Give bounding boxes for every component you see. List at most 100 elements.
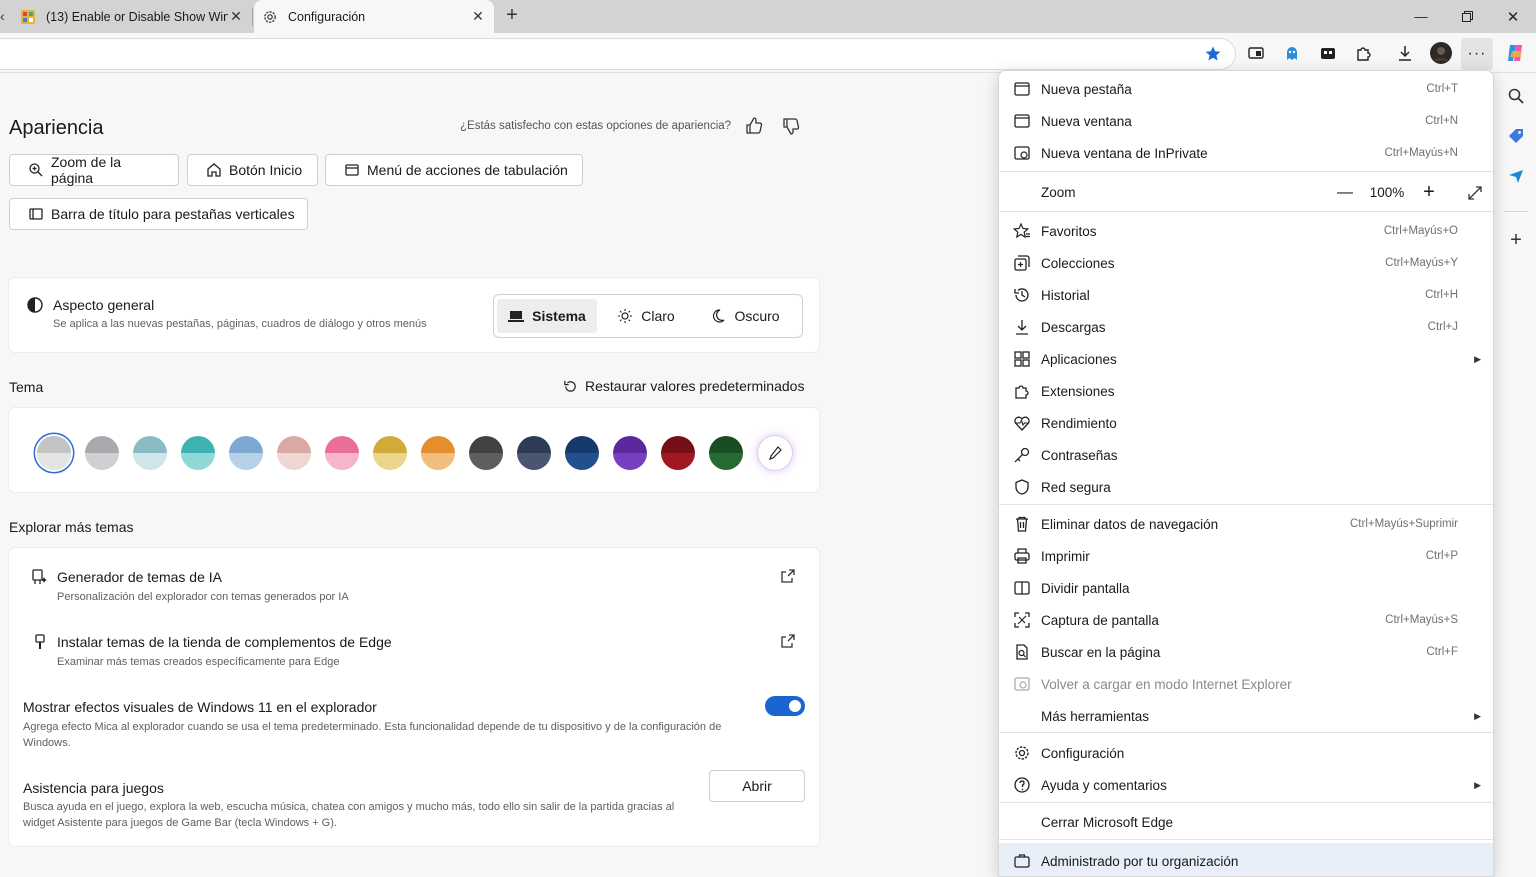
theme-swatch[interactable] xyxy=(325,436,359,470)
zoom-in-plus-icon[interactable]: + xyxy=(1419,181,1439,204)
menu-item-label: Colecciones xyxy=(1041,255,1115,271)
fullscreen-icon[interactable] xyxy=(1439,185,1483,201)
chip-home-button[interactable]: Botón Inicio xyxy=(187,154,318,186)
menu-item-label: Aplicaciones xyxy=(1041,351,1117,367)
menu-item-shortcut: Ctrl+N xyxy=(1425,115,1458,127)
menu-item-nueva-ventana[interactable]: Nueva ventana Ctrl+N xyxy=(999,105,1493,137)
menu-item-cerrar-edge[interactable]: Cerrar Microsoft Edge xyxy=(999,806,1493,838)
close-tab-icon[interactable]: ✕ xyxy=(228,8,244,25)
option-system[interactable]: Sistema xyxy=(497,299,597,333)
zoom-out-minus-icon[interactable]: — xyxy=(1335,184,1355,202)
menu-item-dividir-pantalla[interactable]: Dividir pantalla xyxy=(999,572,1493,604)
downloads-icon[interactable] xyxy=(1394,42,1416,64)
menu-item-extensiones[interactable]: Extensiones xyxy=(999,375,1493,407)
menu-item-historial[interactable]: Historial Ctrl+H xyxy=(999,279,1493,311)
theme-swatch[interactable] xyxy=(469,436,503,470)
split-screen-icon xyxy=(1013,579,1031,597)
favorite-star-icon[interactable] xyxy=(1202,43,1224,65)
menu-item-favoritos[interactable]: Favoritos Ctrl+Mayús+O xyxy=(999,215,1493,247)
gaming-assist-title: Asistencia para juegos xyxy=(23,780,164,796)
open-gaming-assist-button[interactable]: Abrir xyxy=(709,770,805,802)
theme-swatch[interactable] xyxy=(613,436,647,470)
tab-title: Configuración xyxy=(288,9,366,24)
address-bar[interactable] xyxy=(0,38,1236,70)
theme-swatch[interactable] xyxy=(421,436,455,470)
menu-item-descargas[interactable]: Descargas Ctrl+J xyxy=(999,311,1493,343)
chip-tab-actions-menu[interactable]: Menú de acciones de tabulación xyxy=(325,154,583,186)
menu-item-nueva-pestana[interactable]: Nueva pestaña Ctrl+T xyxy=(999,73,1493,105)
menu-item-red-segura[interactable]: Red segura xyxy=(999,471,1493,503)
menu-item-rendimiento[interactable]: Rendimiento xyxy=(999,407,1493,439)
split-screen-icon[interactable] xyxy=(1245,42,1267,64)
copilot-icon[interactable] xyxy=(1504,41,1528,65)
extensions-puzzle-icon[interactable] xyxy=(1353,42,1375,64)
settings-and-more-menu: Nueva pestaña Ctrl+T Nueva ventana Ctrl+N Nu… xyxy=(998,70,1494,877)
game-extension-icon[interactable] xyxy=(1317,42,1339,64)
ai-theme-subtitle: Personalización del explorador con temas… xyxy=(57,591,349,603)
win11-effects-toggle[interactable] xyxy=(765,696,805,716)
menu-item-shortcut: Ctrl+Mayús+O xyxy=(1383,225,1458,237)
add-sidebar-app-plus-icon[interactable]: + xyxy=(1505,229,1527,251)
menu-item-label: Descargas xyxy=(1041,319,1106,335)
theme-swatch[interactable] xyxy=(709,436,743,470)
toolbar: ··· xyxy=(0,33,1536,73)
custom-color-picker-icon[interactable] xyxy=(758,436,792,470)
ai-theme-title[interactable]: Generador de temas de IA xyxy=(57,569,222,585)
close-window-icon[interactable]: ✕ xyxy=(1490,0,1536,33)
send-plane-icon[interactable] xyxy=(1505,165,1527,187)
menu-item-shortcut: Ctrl+Mayús+Y xyxy=(1385,257,1458,269)
open-external-icon[interactable] xyxy=(780,633,796,649)
restore-defaults-button[interactable]: Restaurar valores predeterminados xyxy=(563,378,804,394)
theme-swatch[interactable] xyxy=(37,436,71,470)
open-external-icon[interactable] xyxy=(780,568,796,584)
tab-scroll-left-icon[interactable]: ‹ xyxy=(0,8,10,24)
menu-item-nueva-ventana-inprivate[interactable]: Nueva ventana de InPrivate Ctrl+Mayús+N xyxy=(999,137,1493,169)
menu-item-contrasenas[interactable]: Contraseñas xyxy=(999,439,1493,471)
menu-item-imprimir[interactable]: Imprimir Ctrl+P xyxy=(999,540,1493,572)
theme-swatch[interactable] xyxy=(565,436,599,470)
performance-icon xyxy=(1013,414,1031,432)
tab-title: (13) Enable or Disable Show Window xyxy=(46,9,228,24)
thumbs-up-icon[interactable] xyxy=(744,116,766,138)
moon-icon xyxy=(713,309,725,323)
thumbs-down-icon[interactable] xyxy=(781,116,803,138)
maximize-icon[interactable] xyxy=(1444,0,1490,33)
tab-enable-disable[interactable]: (13) Enable or Disable Show Window ✕ xyxy=(12,0,252,33)
close-tab-icon[interactable]: ✕ xyxy=(470,8,486,25)
menu-item-label: Eliminar datos de navegación xyxy=(1041,516,1219,532)
new-tab-plus-icon[interactable]: + xyxy=(500,4,524,28)
menu-item-ayuda[interactable]: Ayuda y comentarios ▶ xyxy=(999,769,1493,801)
option-light[interactable]: Claro xyxy=(599,299,693,333)
theme-swatch[interactable] xyxy=(85,436,119,470)
menu-item-mas-herramientas[interactable]: Más herramientas ▶ xyxy=(999,700,1493,732)
menu-item-captura-pantalla[interactable]: Captura de pantalla Ctrl+Mayús+S xyxy=(999,604,1493,636)
theme-swatch[interactable] xyxy=(133,436,167,470)
theme-swatch[interactable] xyxy=(181,436,215,470)
menu-item-aplicaciones[interactable]: Aplicaciones ▶ xyxy=(999,343,1493,375)
option-dark[interactable]: Oscuro xyxy=(695,299,795,333)
theme-swatch[interactable] xyxy=(277,436,311,470)
theme-swatch[interactable] xyxy=(661,436,695,470)
settings-and-more-button[interactable]: ··· xyxy=(1461,38,1493,70)
menu-item-colecciones[interactable]: Colecciones Ctrl+Mayús+Y xyxy=(999,247,1493,279)
theme-swatch[interactable] xyxy=(373,436,407,470)
search-icon[interactable] xyxy=(1505,85,1527,107)
chip-vertical-tabs-title-bar[interactable]: Barra de título para pestañas verticales xyxy=(9,198,308,230)
menu-item-shortcut: Ctrl+T xyxy=(1426,83,1458,95)
menu-item-configuracion[interactable]: Configuración xyxy=(999,737,1493,769)
ai-theme-icon xyxy=(31,568,49,591)
menu-item-buscar-pagina[interactable]: Buscar en la página Ctrl+F xyxy=(999,636,1493,668)
store-themes-title[interactable]: Instalar temas de la tienda de complemen… xyxy=(57,634,392,650)
menu-item-eliminar-datos[interactable]: Eliminar datos de navegación Ctrl+Mayús+S… xyxy=(999,508,1493,540)
theme-swatch[interactable] xyxy=(229,436,263,470)
tab-configuracion[interactable]: Configuración ✕ xyxy=(254,0,494,33)
minimize-icon[interactable]: — xyxy=(1398,0,1444,33)
ghost-extension-icon[interactable] xyxy=(1281,42,1303,64)
profile-avatar[interactable] xyxy=(1429,41,1453,65)
shopping-tag-icon[interactable] xyxy=(1505,125,1527,147)
contrast-icon xyxy=(26,296,44,319)
menu-item-label: Buscar en la página xyxy=(1041,644,1161,660)
theme-swatch[interactable] xyxy=(517,436,551,470)
menu-item-administrado[interactable]: Administrado por tu organización xyxy=(999,843,1493,876)
chip-page-zoom[interactable]: Zoom de la página xyxy=(9,154,179,186)
